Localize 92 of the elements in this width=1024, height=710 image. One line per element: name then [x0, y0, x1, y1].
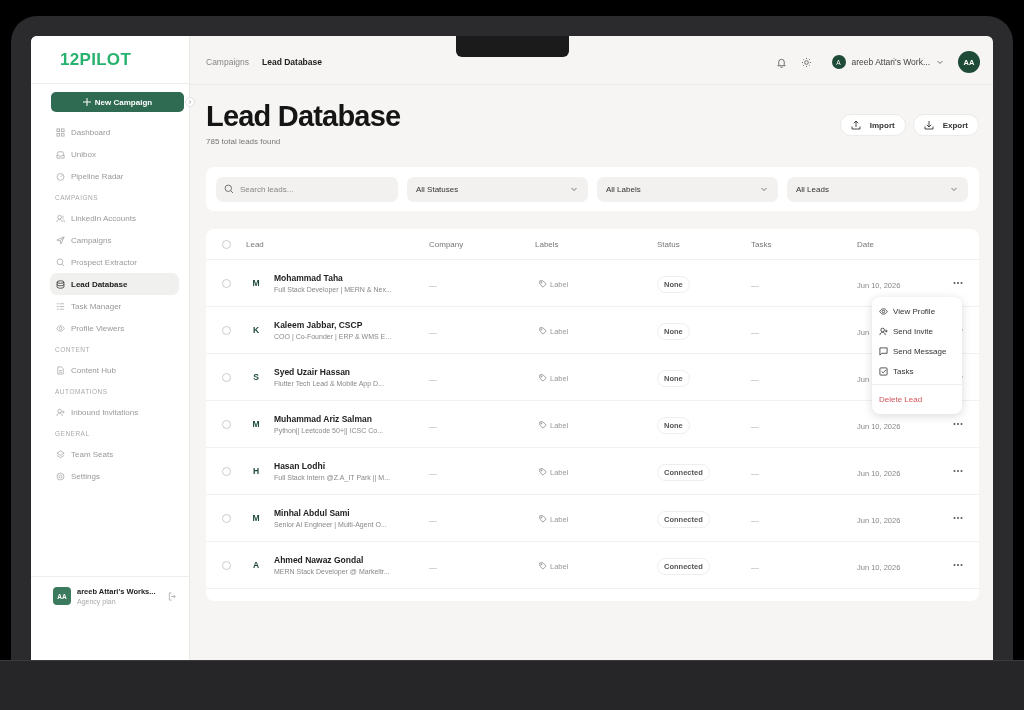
chevron-down-icon [936, 58, 944, 66]
breadcrumb[interactable]: Lead Database [262, 57, 322, 67]
company-cell: — [429, 516, 437, 525]
column-header: Status [657, 239, 681, 249]
layers-icon [56, 449, 65, 459]
lead-initial: M [251, 513, 261, 523]
chevron-down-icon [570, 185, 578, 193]
lead-name[interactable]: Minhal Abdul Sami [274, 508, 387, 518]
gauge-icon [56, 171, 65, 181]
lead-name[interactable]: Mohammad Taha [274, 273, 392, 283]
tag-icon [539, 280, 547, 288]
import-button[interactable]: Import [839, 114, 906, 136]
tag-icon [539, 468, 547, 476]
column-header: Tasks [751, 239, 773, 249]
lead-initial: A [251, 560, 261, 570]
column-header: Labels [535, 239, 560, 249]
send-icon [56, 235, 65, 245]
users-icon [56, 213, 65, 223]
more-options-icon[interactable] [953, 563, 963, 567]
user-plus-icon [56, 407, 65, 417]
company-cell: — [429, 281, 437, 290]
sun-icon[interactable] [800, 56, 812, 68]
breadcrumb[interactable]: Campaigns [206, 57, 249, 67]
menu-item[interactable]: Delete Lead [872, 388, 962, 410]
search-field[interactable]: Search leads... [216, 176, 398, 202]
more-options-icon[interactable] [953, 469, 963, 473]
tasks-cell: — [751, 281, 759, 290]
eye-icon [879, 306, 888, 316]
column-header: Lead [246, 239, 265, 249]
lead-initial: K [251, 325, 261, 335]
sidebar-item[interactable]: Lead Database [50, 273, 179, 295]
company-cell: — [429, 469, 437, 478]
filter-dropdown[interactable]: All Statuses [407, 176, 588, 202]
tasks-cell: — [751, 469, 759, 478]
more-options-icon[interactable] [953, 281, 963, 285]
inbox-icon [56, 149, 65, 159]
lead-initial: S [252, 372, 260, 382]
lead-name[interactable]: Syed Uzair Hassan [274, 367, 384, 377]
upload-icon [850, 120, 861, 130]
menu-item[interactable]: View Profile [872, 301, 962, 321]
menu-item[interactable]: Send Invite [872, 321, 962, 341]
company-cell: — [429, 422, 437, 431]
logout-icon[interactable] [168, 591, 177, 601]
tag-icon [539, 562, 547, 570]
logo: 12PILOT [60, 49, 132, 70]
lead-name[interactable]: Ahmed Nawaz Gondal [274, 555, 390, 565]
tasks-cell: — [751, 422, 759, 431]
company-cell: — [429, 563, 437, 572]
list-icon [56, 301, 65, 311]
collapse-button[interactable] [185, 97, 195, 107]
lead-count: 785 total leads found [206, 137, 282, 146]
user-plus-icon [879, 326, 888, 336]
search-icon [56, 257, 65, 267]
more-options-icon[interactable] [953, 516, 963, 520]
tasks-cell: — [751, 563, 759, 572]
file-icon [56, 365, 65, 375]
tag-icon [539, 421, 547, 429]
lead-name[interactable]: Kaleem Jabbar, CSCP [274, 320, 392, 330]
lead-name[interactable]: Hasan Lodhi [274, 461, 391, 471]
plus-icon [82, 98, 91, 106]
bell-icon[interactable] [775, 56, 787, 68]
tasks-cell: — [751, 375, 759, 384]
menu-item[interactable]: Send Message [872, 341, 962, 361]
chevron-down-icon [760, 185, 768, 193]
tag-icon [539, 515, 547, 523]
eye-icon [56, 323, 65, 333]
company-cell: — [429, 328, 437, 337]
tasks-cell: — [751, 328, 759, 337]
lead-initial: M [251, 419, 261, 429]
database-icon [56, 279, 65, 289]
grid-icon [56, 127, 65, 137]
search-icon [224, 184, 234, 194]
company-cell: — [429, 375, 437, 384]
lead-initial: M [251, 278, 261, 288]
column-header: Company [429, 239, 465, 249]
column-header: Date [857, 239, 875, 249]
tag-icon [539, 374, 547, 382]
filter-dropdown[interactable]: All Labels [597, 176, 778, 202]
chevron-down-icon [950, 185, 958, 193]
message-icon [879, 346, 888, 356]
tag-icon [539, 327, 547, 335]
lead-initial: H [251, 466, 261, 476]
check-icon [879, 366, 888, 376]
lead-name[interactable]: Muhammad Ariz Salman [274, 414, 384, 424]
page-title: Lead Database [206, 99, 401, 133]
menu-item[interactable]: Tasks [872, 361, 962, 381]
tasks-cell: — [751, 516, 759, 525]
download-icon [923, 120, 934, 130]
export-button[interactable]: Export [912, 114, 979, 136]
filter-dropdown[interactable]: All Leads [787, 176, 968, 202]
new-campaign-button[interactable]: New Campaign [51, 92, 184, 112]
more-options-icon[interactable] [953, 422, 963, 426]
